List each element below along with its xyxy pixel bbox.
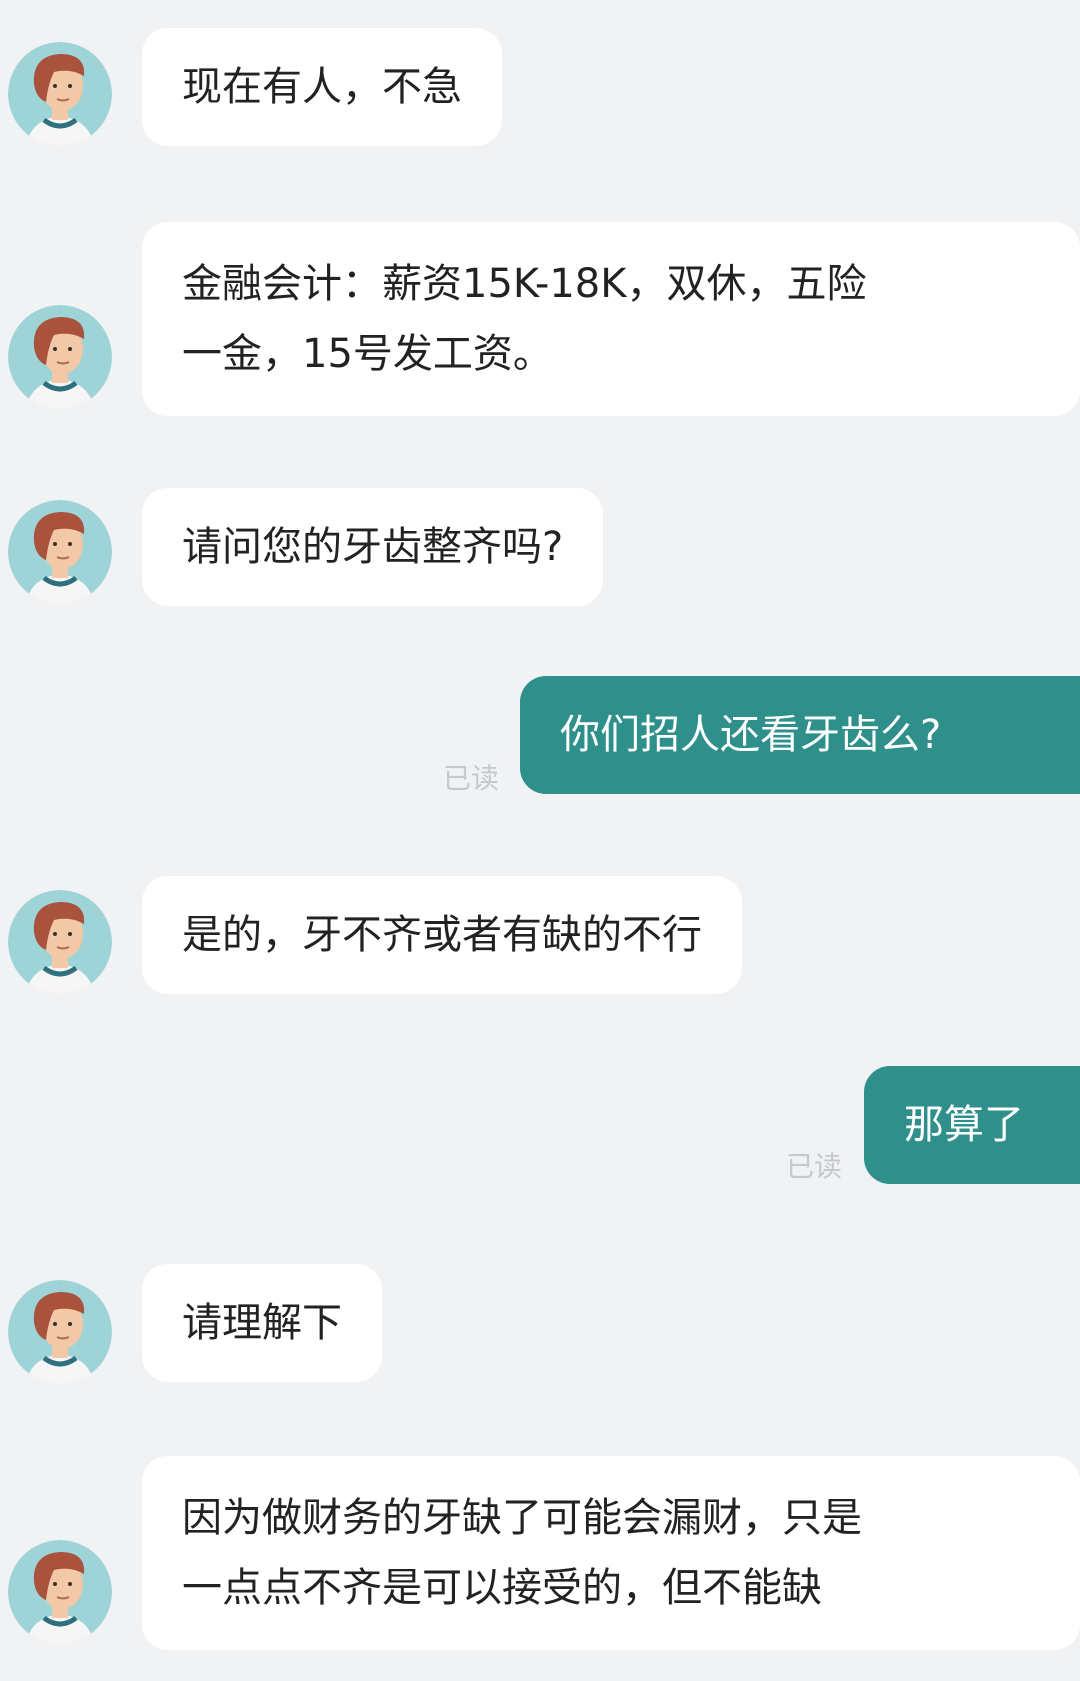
recruiter-avatar-icon[interactable] — [8, 500, 112, 604]
message-text: 请问您的牙齿整齐吗? — [182, 524, 564, 570]
recruiter-avatar-icon[interactable] — [8, 305, 112, 409]
message-text-line: 一点点不齐是可以接受的，但不能缺 — [182, 1565, 822, 1611]
message-text: 你们招人还看牙齿么? — [560, 712, 942, 758]
message-bubble-incoming: 请问您的牙齿整齐吗? — [142, 488, 604, 606]
message-text-line: 金融会计：薪资15K-18K，双休，五险 — [182, 261, 867, 307]
message-text: 那算了 — [904, 1102, 1024, 1148]
message-text: 请理解下 — [182, 1300, 342, 1346]
message-bubble-incoming: 现在有人，不急 — [142, 28, 502, 146]
message-bubble-incoming: 金融会计：薪资15K-18K，双休，五险 一金，15号发工资。 — [142, 222, 1080, 416]
recruiter-avatar-icon[interactable] — [8, 890, 112, 994]
read-status: 已读 — [786, 1150, 843, 1183]
message-text: 是的，牙不齐或者有缺的不行 — [182, 912, 702, 958]
chat-conversation: 现在有人，不急 金融会计：薪资15K-18K，双休，五险 一金，15号发工资。 — [0, 0, 1080, 1681]
message-bubble-incoming: 因为做财务的牙缺了可能会漏财，只是 一点点不齐是可以接受的，但不能缺 — [142, 1456, 1080, 1650]
recruiter-avatar-icon[interactable] — [8, 42, 112, 146]
message-text: 现在有人，不急 — [182, 64, 462, 110]
read-status: 已读 — [443, 762, 500, 795]
message-bubble-outgoing: 你们招人还看牙齿么? — [520, 676, 1080, 794]
message-bubble-outgoing: 那算了 — [864, 1066, 1080, 1184]
message-bubble-incoming: 是的，牙不齐或者有缺的不行 — [142, 876, 742, 994]
recruiter-avatar-icon[interactable] — [8, 1280, 112, 1384]
message-text-line: 一金，15号发工资。 — [182, 331, 553, 377]
recruiter-avatar-icon[interactable] — [8, 1540, 112, 1644]
message-bubble-incoming: 请理解下 — [142, 1264, 382, 1382]
message-text-line: 因为做财务的牙缺了可能会漏财，只是 — [182, 1495, 862, 1541]
